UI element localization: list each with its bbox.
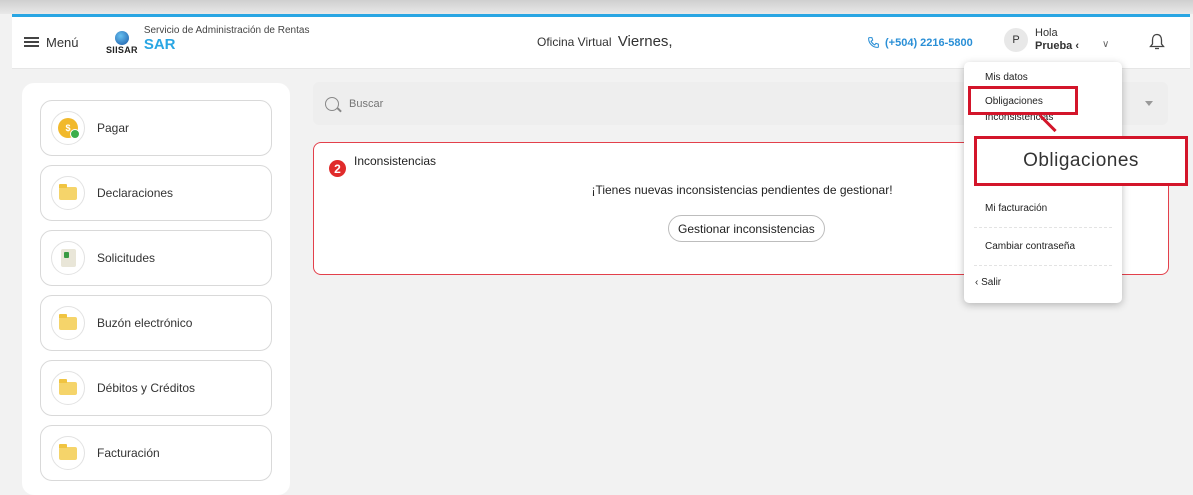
globe-icon <box>114 31 129 45</box>
sidebar-item-label: Buzón electrónico <box>97 316 193 330</box>
sidebar-item-buzon[interactable]: Buzón electrónico <box>40 295 272 351</box>
menu-item-salir[interactable]: ‹ Salir <box>975 277 1001 288</box>
search-icon <box>325 96 339 111</box>
office-title: Oficina Virtual <box>537 35 612 49</box>
logo-subtitle: Servicio de Administración de Rentas <box>143 25 310 36</box>
phone-number: (+504) 2216-5800 <box>885 36 973 49</box>
office-day: Viernes, <box>617 33 673 50</box>
sidebar-item-debitos[interactable]: Débitos y Créditos <box>40 360 272 416</box>
coin-icon: $ <box>58 118 80 139</box>
highlight-box <box>968 86 1078 115</box>
sidebar: $ Pagar Declaraciones Solicitudes Buzón … <box>22 83 290 495</box>
caret-down-icon[interactable] <box>1145 101 1153 106</box>
sidebar-icon-holder <box>51 306 85 340</box>
alert-title: Inconsistencias <box>354 154 437 168</box>
sar-logo[interactable]: SIISAR Servicio de Administración de Ren… <box>106 25 309 55</box>
sidebar-item-label: Declaraciones <box>97 186 174 200</box>
avatar: P <box>1004 28 1028 52</box>
menu-label: Menú <box>46 35 79 50</box>
menu-item-mi-facturacion[interactable]: Mi facturación <box>985 203 1047 214</box>
menu-item-cambiar-contrasena[interactable]: Cambiar contraseña <box>985 241 1075 252</box>
menu-divider <box>974 265 1112 266</box>
menu-item-mis-datos[interactable]: Mis datos <box>985 72 1028 83</box>
user-name: Prueba ‹ <box>1035 40 1080 52</box>
screenshot-frame: Menú SIISAR Servicio de Administración d… <box>0 0 1193 495</box>
sidebar-icon-holder <box>51 241 85 275</box>
manage-inconsistencias-button[interactable]: Gestionar inconsistencias <box>668 215 825 242</box>
sidebar-item-label: Facturación <box>97 446 160 460</box>
logo-text: Servicio de Administración de Rentas SAR <box>144 25 310 53</box>
folder-icon <box>59 183 77 200</box>
folder-icon <box>59 378 77 395</box>
sidebar-item-facturacion[interactable]: Facturación <box>40 425 272 481</box>
user-info: Hola Prueba ‹ <box>1035 27 1079 53</box>
alert-count-badge: 2 <box>329 160 346 177</box>
phone-icon <box>868 37 879 48</box>
sidebar-item-label: Solicitudes <box>97 251 156 265</box>
menu-button[interactable]: Menú <box>24 35 79 50</box>
folder-icon <box>59 443 77 460</box>
sidebar-item-declaraciones[interactable]: Declaraciones <box>40 165 272 221</box>
chevron-down-icon[interactable]: ∨ <box>1102 39 1109 50</box>
office-label: Oficina Virtual Viernes, <box>537 33 673 50</box>
menu-item-salir-label: Salir <box>981 277 1002 288</box>
search-input[interactable] <box>349 97 949 110</box>
sidebar-icon-holder <box>51 176 85 210</box>
sidebar-item-pagar[interactable]: $ Pagar <box>40 100 272 156</box>
logo-title: SAR <box>143 36 176 53</box>
sidebar-item-solicitudes[interactable]: Solicitudes <box>40 230 272 286</box>
zoom-callout: Obligaciones <box>974 136 1188 186</box>
bell-icon[interactable] <box>1149 33 1165 51</box>
menu-divider <box>974 227 1112 228</box>
hamburger-icon <box>24 37 39 48</box>
sidebar-item-label: Pagar <box>97 121 130 135</box>
document-icon <box>60 249 76 267</box>
sidebar-icon-holder <box>51 436 85 470</box>
phone-link[interactable]: (+504) 2216-5800 <box>867 36 973 49</box>
sidebar-item-label: Débitos y Créditos <box>97 381 196 395</box>
folder-icon <box>59 313 77 330</box>
logo-small-text: SIISAR <box>106 45 138 55</box>
window-shadow <box>0 0 1193 14</box>
logo-mark: SIISAR <box>106 31 138 55</box>
sidebar-icon-holder <box>51 371 85 405</box>
sidebar-icon-holder: $ <box>51 111 85 145</box>
user-menu-toggle[interactable]: P Hola Prueba ‹ <box>1004 27 1079 53</box>
greeting: Hola <box>1035 27 1058 39</box>
